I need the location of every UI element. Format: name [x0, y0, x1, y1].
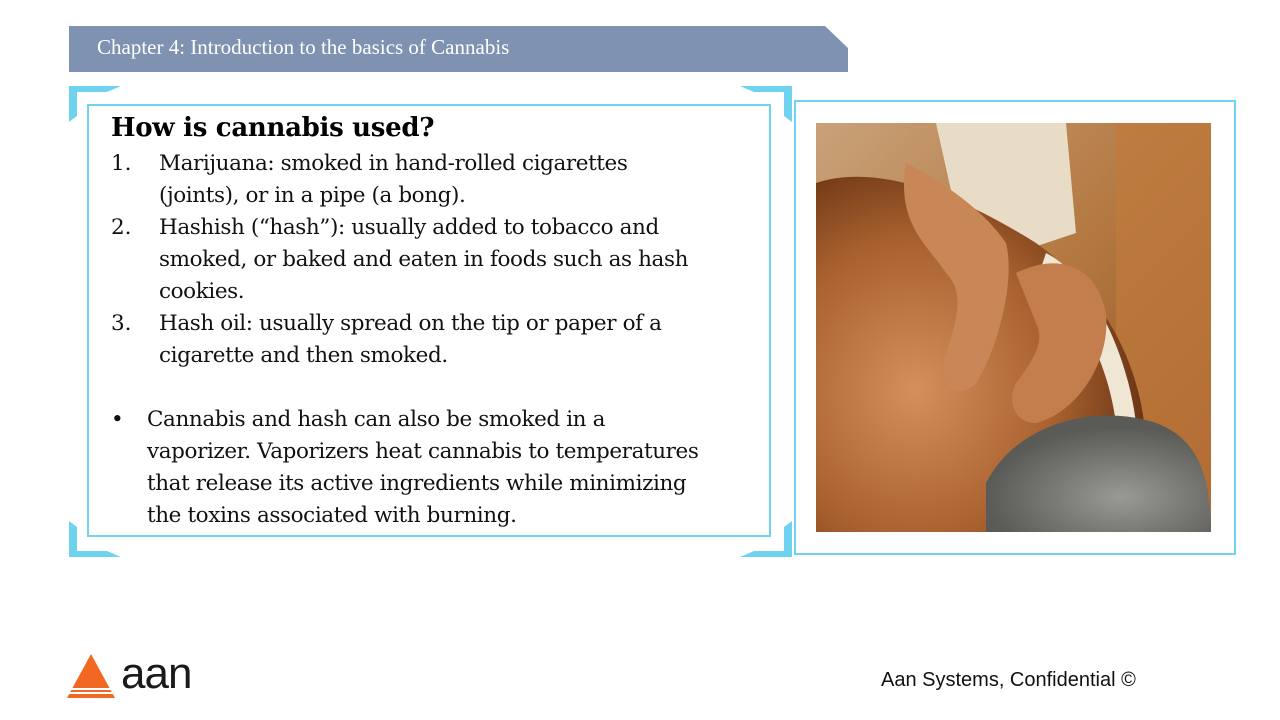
list-number: 3.: [111, 311, 132, 336]
bullet-line: the toxins associated with burning.: [147, 503, 517, 528]
list-item-line: Hash oil: usually spread on the tip or p…: [159, 311, 662, 336]
logo-text: aan: [121, 649, 192, 698]
chapter-banner: Chapter 4: Introduction to the basics of…: [69, 26, 848, 72]
list-item-line: (joints), or in a pipe (a bong).: [159, 183, 466, 208]
list-item-line: Marijuana: smoked in hand-rolled cigaret…: [159, 151, 628, 176]
bullet-line: that release its active ingredients whil…: [147, 471, 687, 496]
list-item-line: cookies.: [159, 279, 245, 304]
bullet-icon: •: [111, 407, 124, 432]
chapter-title: Chapter 4: Introduction to the basics of…: [97, 35, 510, 59]
massage-photo-icon: [816, 123, 1211, 532]
confidential-notice: Aan Systems, Confidential ©: [881, 669, 1136, 691]
slide-heading: How is cannabis used?: [111, 113, 435, 143]
list-item-line: cigarette and then smoked.: [159, 343, 448, 368]
bullet-line: vaporizer. Vaporizers heat cannabis to t…: [147, 439, 699, 464]
list-number: 1.: [111, 151, 132, 176]
list-item-line: smoked, or baked and eaten in foods such…: [159, 247, 689, 272]
list-number: 2.: [111, 215, 132, 240]
list-item-line: Hashish (“hash”): usually added to tobac…: [159, 215, 659, 240]
bullet-line: Cannabis and hash can also be smoked in …: [147, 407, 605, 432]
